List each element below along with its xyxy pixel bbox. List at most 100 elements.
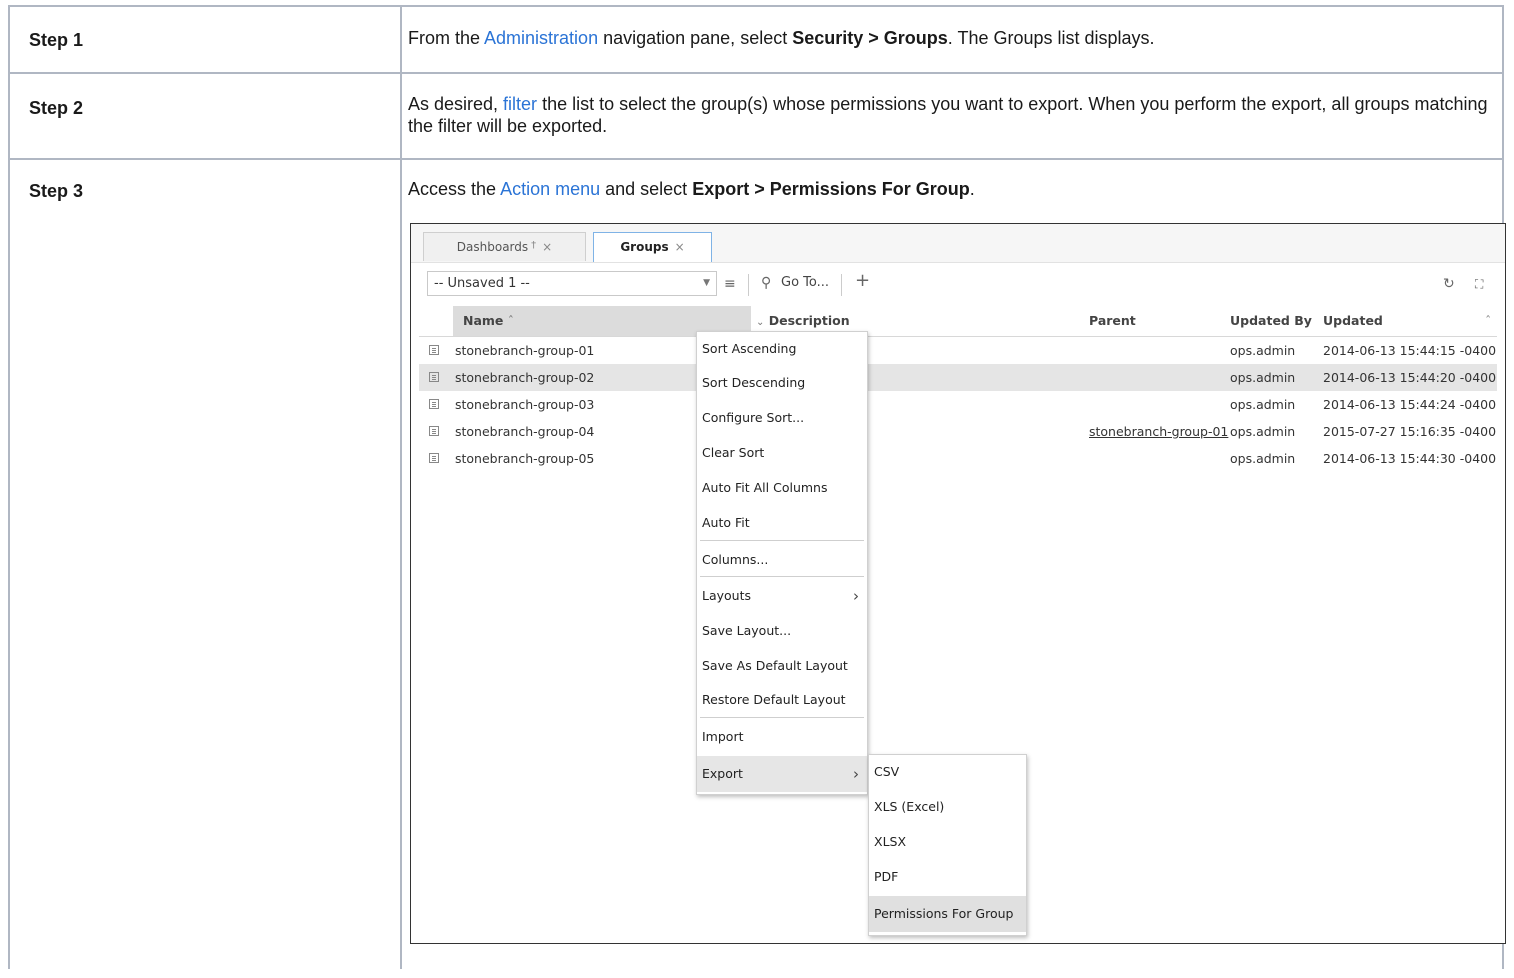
- menu-item-sort-descending[interactable]: Sort Descending: [697, 366, 867, 400]
- cell-updated-by: ops.admin: [1230, 424, 1296, 439]
- step-1-row: Step 1 From the Administration navigatio…: [10, 7, 1502, 74]
- submenu-item-xlsx[interactable]: XLSX: [869, 825, 1026, 859]
- menu-item-export[interactable]: Export ›: [697, 756, 867, 792]
- table-row[interactable]: stonebranch-group-01 ops.admin 2014-06-1…: [419, 337, 1497, 364]
- administration-link[interactable]: Administration: [484, 28, 598, 48]
- filter-icon[interactable]: ≡: [724, 276, 736, 292]
- submenu-item-csv[interactable]: CSV: [869, 755, 1026, 789]
- chevron-down-icon: ⌄: [756, 317, 765, 328]
- text-fragment: and select: [600, 179, 693, 199]
- cell-updated: 2014-06-13 15:44:24 -0400: [1323, 397, 1497, 412]
- column-header-updated[interactable]: Updated: [1323, 306, 1383, 336]
- record-icon: [429, 345, 439, 355]
- header-label: Name: [463, 313, 504, 328]
- step-2-text: As desired, filter the list to select th…: [408, 93, 1496, 137]
- menu-item-clear-sort[interactable]: Clear Sort: [697, 436, 867, 470]
- cell-updated: 2014-06-13 15:44:20 -0400: [1323, 370, 1497, 385]
- grid-header: Name ˆ ⌄ Description Parent Updated By U…: [419, 306, 1497, 337]
- cell-updated: 2015-07-27 15:16:35 -0400: [1323, 424, 1497, 439]
- pin-icon[interactable]: †: [531, 240, 536, 251]
- cell-updated-by: ops.admin: [1230, 370, 1296, 385]
- tab-label: Groups: [620, 240, 669, 254]
- context-menu: Sort Ascending Sort Descending Configure…: [696, 331, 868, 795]
- step-1-label: Step 1: [29, 30, 84, 50]
- step-2-label: Step 2: [29, 98, 84, 118]
- groups-app-screenshot: Dashboards † × Groups × -- Unsaved 1 -- ▼ ≡…: [410, 223, 1506, 944]
- record-icon: [429, 426, 439, 436]
- action-menu-link[interactable]: Action menu: [500, 179, 600, 199]
- cell-name: stonebranch-group-02: [455, 370, 595, 385]
- export-submenu: CSV XLS (Excel) XLSX PDF Permissions For…: [868, 754, 1027, 936]
- menu-item-label: Export: [702, 766, 743, 781]
- cell-name: stonebranch-group-03: [455, 397, 595, 412]
- cell-parent-link[interactable]: stonebranch-group-01: [1089, 418, 1228, 445]
- fullscreen-icon[interactable]: ⛶: [1475, 276, 1483, 292]
- submenu-item-xls[interactable]: XLS (Excel): [869, 790, 1026, 824]
- goto-button[interactable]: Go To...: [781, 275, 829, 290]
- refresh-icon[interactable]: ↻: [1443, 276, 1455, 292]
- record-icon: [429, 453, 439, 463]
- cell-name: stonebranch-group-05: [455, 451, 595, 466]
- toolbar-divider: [748, 274, 749, 296]
- menu-separator: [700, 540, 864, 541]
- toolbar: -- Unsaved 1 -- ▼ ≡ ⚲ Go To... + ↻ ⛶: [411, 262, 1505, 306]
- menu-item-auto-fit[interactable]: Auto Fit: [697, 506, 867, 540]
- menu-item-save-as-default-layout[interactable]: Save As Default Layout: [697, 649, 867, 683]
- menu-item-label: Layouts: [702, 588, 752, 603]
- menu-item-restore-default-layout[interactable]: Restore Default Layout: [697, 683, 867, 717]
- search-icon[interactable]: ⚲: [761, 275, 771, 291]
- cell-name: stonebranch-group-01: [455, 343, 595, 358]
- bold-path: Export > Permissions For Group: [692, 179, 970, 199]
- sort-asc-icon: ˆ: [507, 313, 515, 328]
- step-2-row: Step 2 As desired, filter the list to se…: [10, 72, 1502, 160]
- menu-item-sort-ascending[interactable]: Sort Ascending: [697, 332, 867, 366]
- cell-updated: 2014-06-13 15:44:30 -0400: [1323, 451, 1497, 466]
- menu-item-save-layout[interactable]: Save Layout...: [697, 614, 867, 648]
- submenu-item-permissions-for-group[interactable]: Permissions For Group: [869, 896, 1026, 932]
- text-fragment: the list to select the group(s) whose pe…: [408, 94, 1488, 136]
- step-1-text: From the Administration navigation pane,…: [408, 27, 1496, 49]
- menu-separator: [700, 576, 864, 577]
- text-fragment: From the: [408, 28, 485, 48]
- step-3-text: Access the Action menu and select Export…: [408, 178, 1496, 200]
- close-icon[interactable]: ×: [675, 240, 685, 254]
- cell-updated-by: ops.admin: [1230, 397, 1296, 412]
- chevron-right-icon: ›: [853, 765, 859, 783]
- filter-link[interactable]: filter: [503, 94, 537, 114]
- chevron-down-icon: ▼: [703, 278, 710, 288]
- menu-item-configure-sort[interactable]: Configure Sort...: [697, 401, 867, 435]
- table-row[interactable]: stonebranch-group-03 ops.admin 2014-06-1…: [419, 391, 1497, 418]
- table-row[interactable]: stonebranch-group-05 ops.admin 2014-06-1…: [419, 445, 1497, 472]
- cell-updated-by: ops.admin: [1230, 343, 1296, 358]
- menu-separator: [700, 717, 864, 718]
- text-fragment: Access the: [408, 179, 501, 199]
- add-icon[interactable]: +: [855, 272, 870, 290]
- tab-label: Dashboards: [456, 240, 529, 254]
- bold-path: Security > Groups: [792, 28, 948, 48]
- step-3-label: Step 3: [29, 181, 84, 201]
- tab-groups[interactable]: Groups ×: [593, 232, 712, 262]
- menu-item-import[interactable]: Import: [697, 720, 867, 754]
- menu-item-columns[interactable]: Columns...: [697, 543, 867, 577]
- tab-dashboards[interactable]: Dashboards † ×: [423, 232, 586, 261]
- text-fragment: As desired,: [408, 94, 504, 114]
- column-header-updated-by[interactable]: Updated By: [1230, 306, 1312, 336]
- filter-value: -- Unsaved 1 --: [434, 276, 530, 291]
- cell-updated: 2014-06-13 15:44:15 -0400: [1323, 343, 1497, 358]
- record-icon: [429, 372, 439, 382]
- cell-updated-by: ops.admin: [1230, 451, 1296, 466]
- menu-item-layouts[interactable]: Layouts ›: [697, 579, 867, 613]
- close-icon[interactable]: ×: [542, 240, 552, 254]
- filter-select[interactable]: -- Unsaved 1 -- ▼: [427, 271, 717, 296]
- table-row[interactable]: stonebranch-group-02 ops.admin 2014-06-1…: [419, 364, 1497, 391]
- column-header-parent[interactable]: Parent: [1089, 306, 1136, 336]
- submenu-item-pdf[interactable]: PDF: [869, 860, 1026, 894]
- record-icon: [429, 399, 439, 409]
- text-fragment: .: [969, 179, 975, 199]
- text-fragment: . The Groups list displays.: [947, 28, 1155, 48]
- table-row[interactable]: stonebranch-group-04 stonebranch-group-0…: [419, 418, 1497, 445]
- cell-name: stonebranch-group-04: [455, 424, 595, 439]
- scroll-up-icon[interactable]: ˆ: [1485, 306, 1491, 336]
- menu-item-auto-fit-all-columns[interactable]: Auto Fit All Columns: [697, 471, 867, 505]
- tab-bar: Dashboards † × Groups ×: [411, 224, 1505, 263]
